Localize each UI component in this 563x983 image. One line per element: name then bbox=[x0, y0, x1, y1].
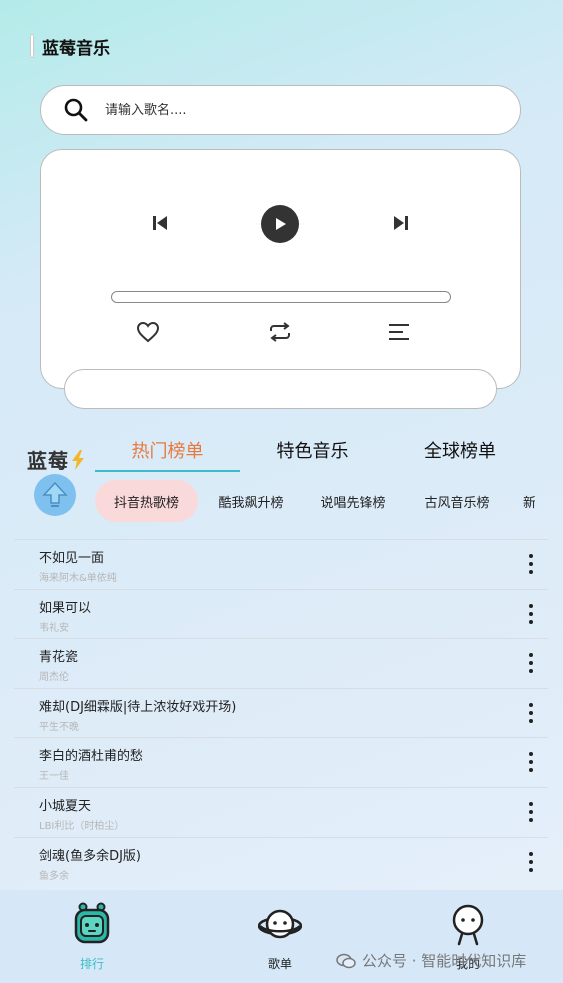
repeat-icon bbox=[270, 322, 290, 342]
tab-global-charts[interactable]: 全球榜单 bbox=[385, 428, 535, 472]
more-vert-icon[interactable] bbox=[524, 750, 538, 774]
now-playing-pill[interactable] bbox=[64, 369, 497, 409]
progress-bar[interactable] bbox=[111, 291, 451, 303]
song-artist: LBI利比（时柏尘） bbox=[39, 820, 125, 832]
list-item[interactable]: 不如见一面 海来阿木&单依纯 bbox=[14, 539, 548, 589]
more-vert-icon[interactable] bbox=[524, 850, 538, 874]
list-item[interactable]: 小城夏天 LBI利比（时柏尘） bbox=[14, 786, 548, 837]
tab-hot-charts[interactable]: 热门榜单 bbox=[95, 428, 240, 472]
chip-kuwo-rising[interactable]: 酷我飙升榜 bbox=[205, 480, 297, 522]
chart-chips: 抖音热歌榜 酷我飙升榜 说唱先锋榜 古风音乐榜 新 bbox=[95, 480, 535, 522]
app-header: 蓝莓音乐 bbox=[30, 32, 110, 60]
more-vert-icon[interactable] bbox=[524, 701, 538, 725]
list-item[interactable]: 青花瓷 周杰伦 bbox=[14, 638, 548, 688]
tab-featured-music[interactable]: 特色音乐 bbox=[240, 428, 385, 472]
search-box[interactable] bbox=[40, 85, 521, 135]
list-item[interactable]: 如果可以 韦礼安 bbox=[14, 588, 548, 639]
repeat-button[interactable] bbox=[266, 319, 294, 345]
song-title: 剑魂(鱼多余DJ版) bbox=[39, 848, 141, 864]
robot-icon bbox=[74, 902, 110, 944]
header-accent-bar bbox=[30, 34, 34, 58]
song-artist: 平生不晚 bbox=[39, 721, 79, 733]
chart-tabs: 热门榜单 特色音乐 全球榜单 bbox=[95, 428, 535, 474]
planet-icon bbox=[258, 909, 302, 939]
song-title: 青花瓷 bbox=[39, 650, 79, 666]
song-title: 难却(DJ细霖版|待上浓妆好戏开场) bbox=[39, 699, 237, 715]
nav-item-playlist[interactable]: 歌单 bbox=[230, 890, 330, 983]
player-card bbox=[40, 149, 521, 389]
play-icon bbox=[276, 218, 286, 230]
more-vert-icon[interactable] bbox=[524, 552, 538, 576]
list-item[interactable]: 李白的酒杜甫的愁 王一佳 bbox=[14, 737, 548, 787]
chip-douyin-hot[interactable]: 抖音热歌榜 bbox=[95, 480, 198, 522]
arrow-up-icon bbox=[42, 481, 68, 507]
list-item[interactable]: 难却(DJ细霖版|待上浓妆好戏开场) 平生不晚 bbox=[14, 687, 548, 738]
nav-item-ranking[interactable]: 排行 bbox=[42, 890, 142, 983]
song-title: 如果可以 bbox=[39, 600, 92, 616]
lightning-icon bbox=[72, 449, 84, 470]
play-button[interactable] bbox=[261, 205, 299, 243]
skip-next-icon bbox=[394, 216, 408, 230]
brand-logo: 蓝莓 bbox=[27, 445, 85, 474]
list-icon bbox=[389, 324, 409, 340]
song-artist: 海来阿木&单依纯 bbox=[39, 573, 117, 584]
song-artist: 周杰伦 bbox=[39, 672, 69, 684]
skip-previous-icon bbox=[153, 216, 167, 230]
watermark-text: 公众号 · 智能时代知识库 bbox=[362, 952, 527, 970]
chip-more[interactable]: 新 bbox=[523, 480, 535, 522]
song-title: 小城夏天 bbox=[39, 798, 92, 814]
chip-rap-pioneer[interactable]: 说唱先锋榜 bbox=[307, 480, 399, 522]
song-title: 不如见一面 bbox=[39, 551, 105, 566]
watermark: 公众号 · 智能时代知识库 bbox=[336, 950, 526, 971]
tab-active-indicator bbox=[95, 470, 240, 472]
playlist-button[interactable] bbox=[386, 319, 412, 345]
more-vert-icon[interactable] bbox=[524, 651, 538, 675]
brand-text: 蓝莓 bbox=[27, 449, 69, 473]
song-artist: 鱼多余 bbox=[39, 870, 69, 882]
more-vert-icon[interactable] bbox=[524, 800, 538, 824]
song-artist: 王一佳 bbox=[39, 771, 69, 783]
nav-label-playlist: 歌单 bbox=[267, 957, 292, 971]
song-artist: 韦礼安 bbox=[39, 622, 69, 634]
person-icon bbox=[452, 904, 484, 946]
song-list: 不如见一面 海来阿木&单依纯 如果可以 韦礼安 青花瓷 周杰伦 难却(DJ细霖版… bbox=[14, 539, 548, 886]
search-input[interactable] bbox=[105, 102, 485, 118]
list-item[interactable]: 剑魂(鱼多余DJ版) 鱼多余 bbox=[14, 836, 548, 887]
scroll-top-button[interactable] bbox=[34, 474, 76, 516]
search-icon bbox=[64, 98, 88, 122]
wechat-icon bbox=[336, 953, 356, 968]
previous-button[interactable] bbox=[147, 210, 173, 236]
like-button[interactable] bbox=[135, 319, 161, 345]
chip-guofeng[interactable]: 古风音乐榜 bbox=[411, 480, 503, 522]
next-button[interactable] bbox=[388, 210, 414, 236]
app-title: 蓝莓音乐 bbox=[42, 38, 110, 59]
song-title: 李白的酒杜甫的愁 bbox=[39, 749, 144, 765]
more-vert-icon[interactable] bbox=[524, 602, 538, 626]
nav-label-ranking: 排行 bbox=[79, 957, 104, 971]
heart-icon bbox=[136, 321, 160, 343]
